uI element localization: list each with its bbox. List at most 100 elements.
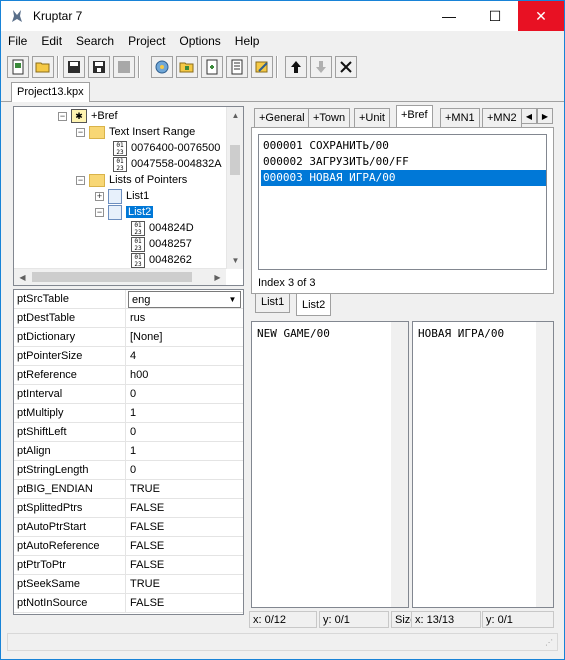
prop-row[interactable]: ptReference h00 xyxy=(14,366,243,385)
save-all-button[interactable] xyxy=(88,56,110,78)
chevron-down-icon[interactable]: ▼ xyxy=(225,292,240,307)
add-folder-button[interactable] xyxy=(176,56,198,78)
menu-edit[interactable]: Edit xyxy=(34,32,69,52)
tree-item[interactable]: − Text Insert Range xyxy=(76,124,195,140)
tab-town[interactable]: +Town xyxy=(308,108,351,127)
tab-unit[interactable]: +Unit xyxy=(354,108,390,127)
prop-value[interactable]: FALSE xyxy=(126,537,243,555)
add-list-button[interactable] xyxy=(226,56,248,78)
list-item-selected[interactable]: 000003 НОВАЯ ИГРА/00 xyxy=(261,170,546,186)
prop-row[interactable]: ptNotInSource FALSE xyxy=(14,594,243,613)
prop-value[interactable]: 4 xyxy=(126,347,243,365)
prop-value[interactable]: FALSE xyxy=(126,518,243,536)
tree-item[interactable]: 01 23 0047558-004832A xyxy=(113,156,222,172)
string-list[interactable]: 000001 СОХРАНИТЬ/00 000002 ЗАГРУЗИТЬ/00/… xyxy=(258,134,547,270)
menu-help[interactable]: Help xyxy=(228,32,267,52)
tree-item[interactable]: 01 23 0076400-0076500 xyxy=(113,140,220,156)
scroll-thumb[interactable] xyxy=(230,145,240,175)
add-file-button[interactable] xyxy=(201,56,223,78)
open-button[interactable] xyxy=(32,56,54,78)
tab-mn2[interactable]: +MN2 xyxy=(482,108,522,127)
tab-scroll-right-icon[interactable]: ▶ xyxy=(537,108,553,124)
prop-row[interactable]: ptStringLength 0 xyxy=(14,461,243,480)
tree-vertical-scrollbar[interactable]: ▲ ▼ xyxy=(226,107,243,269)
new-project-button[interactable] xyxy=(7,56,29,78)
tab-bref[interactable]: +Bref xyxy=(396,105,433,128)
resize-grip-icon[interactable]: ⋰ xyxy=(545,638,555,648)
prop-row[interactable]: ptDictionary [None] xyxy=(14,328,243,347)
prop-value[interactable]: 0 xyxy=(126,385,243,403)
prop-value[interactable]: FALSE xyxy=(126,594,243,612)
tree-item[interactable]: 01 23 0048257 xyxy=(131,236,192,252)
close-button[interactable]: ✕ xyxy=(518,1,564,31)
src-table-select[interactable]: eng ▼ xyxy=(128,291,241,308)
collapse-icon[interactable]: − xyxy=(58,111,67,121)
maximize-button[interactable]: ☐ xyxy=(472,1,518,31)
prop-row[interactable]: ptSeekSame TRUE xyxy=(14,575,243,594)
prop-row[interactable]: ptAlign 1 xyxy=(14,442,243,461)
collapse-icon[interactable]: − xyxy=(95,207,104,217)
add-group-button[interactable] xyxy=(151,56,173,78)
translated-text-pane[interactable]: НОВАЯ ИГРА/00 xyxy=(412,321,554,608)
delete-button[interactable] xyxy=(335,56,357,78)
tab-general[interactable]: +General xyxy=(254,108,310,127)
prop-value[interactable]: h00 xyxy=(126,366,243,384)
tree-item-selected[interactable]: − List2 xyxy=(95,204,154,220)
prop-row[interactable]: ptDestTable rus xyxy=(14,309,243,328)
prop-value[interactable]: 1 xyxy=(126,404,243,422)
menu-search[interactable]: Search xyxy=(69,32,121,52)
prop-row[interactable]: ptPointerSize 4 xyxy=(14,347,243,366)
prop-value[interactable]: 1 xyxy=(126,442,243,460)
menu-project[interactable]: Project xyxy=(121,32,172,52)
prop-value[interactable]: FALSE xyxy=(126,556,243,574)
expand-icon[interactable]: + xyxy=(95,191,104,201)
scroll-right-icon[interactable]: ▶ xyxy=(209,269,226,285)
prop-row[interactable]: ptAutoReference FALSE xyxy=(14,537,243,556)
prop-row[interactable]: ptSrcTable eng ▼ xyxy=(14,290,243,309)
move-down-button[interactable] xyxy=(310,56,332,78)
prop-row[interactable]: ptPtrToPtr FALSE xyxy=(14,556,243,575)
close-project-button[interactable] xyxy=(113,56,135,78)
tab-scroll-left-icon[interactable]: ◀ xyxy=(521,108,537,124)
prop-value[interactable]: 0 xyxy=(126,423,243,441)
prop-value[interactable]: 0 xyxy=(126,461,243,479)
original-text-pane[interactable]: NEW GAME/00 xyxy=(251,321,409,608)
prop-value[interactable]: TRUE xyxy=(126,480,243,498)
scroll-down-icon[interactable]: ▼ xyxy=(227,252,243,269)
prop-value[interactable]: TRUE xyxy=(126,575,243,593)
vertical-scrollbar[interactable] xyxy=(391,322,408,607)
scroll-left-icon[interactable]: ◀ xyxy=(14,269,31,285)
collapse-icon[interactable]: − xyxy=(76,175,85,185)
prop-row[interactable]: ptBIG_ENDIAN TRUE xyxy=(14,480,243,499)
menu-options[interactable]: Options xyxy=(172,32,227,52)
save-button[interactable] xyxy=(63,56,85,78)
prop-value[interactable]: rus xyxy=(126,309,243,327)
tab-list1[interactable]: List1 xyxy=(255,294,291,313)
prop-row[interactable]: ptSplittedPtrs FALSE xyxy=(14,499,243,518)
tab-list2[interactable]: List2 xyxy=(296,294,332,316)
scroll-up-icon[interactable]: ▲ xyxy=(227,107,243,124)
edit-button[interactable] xyxy=(251,56,273,78)
prop-row[interactable]: ptMultiply 1 xyxy=(14,404,243,423)
project-tree[interactable]: − ✱ +Bref − Text Insert Range 01 23 00764… xyxy=(13,106,244,286)
scroll-thumb[interactable] xyxy=(32,272,192,282)
tree-item[interactable]: − Lists of Pointers xyxy=(76,172,187,188)
minimize-button[interactable]: — xyxy=(426,1,472,31)
tab-mn1[interactable]: +MN1 xyxy=(440,108,480,127)
list-item[interactable]: 000001 СОХРАНИТЬ/00 xyxy=(261,138,546,154)
tab-project[interactable]: Project13.kpx xyxy=(11,82,90,102)
prop-row[interactable]: ptShiftLeft 0 xyxy=(14,423,243,442)
prop-row[interactable]: ptInterval 0 xyxy=(14,385,243,404)
list-item[interactable]: 000002 ЗАГРУЗИТЬ/00/FF xyxy=(261,154,546,170)
prop-row[interactable]: ptAutoPtrStart FALSE xyxy=(14,518,243,537)
menu-file[interactable]: File xyxy=(1,32,34,52)
prop-value[interactable]: [None] xyxy=(126,328,243,346)
tree-horizontal-scrollbar[interactable]: ◀ ▶ xyxy=(14,268,226,285)
vertical-scrollbar[interactable] xyxy=(536,322,553,607)
collapse-icon[interactable]: − xyxy=(76,127,85,137)
tree-item[interactable]: 01 23 0048262 xyxy=(131,252,192,268)
tree-item[interactable]: + List1 xyxy=(95,188,149,204)
tree-item[interactable]: − ✱ +Bref xyxy=(58,108,118,124)
prop-value[interactable]: FALSE xyxy=(126,499,243,517)
move-up-button[interactable] xyxy=(285,56,307,78)
